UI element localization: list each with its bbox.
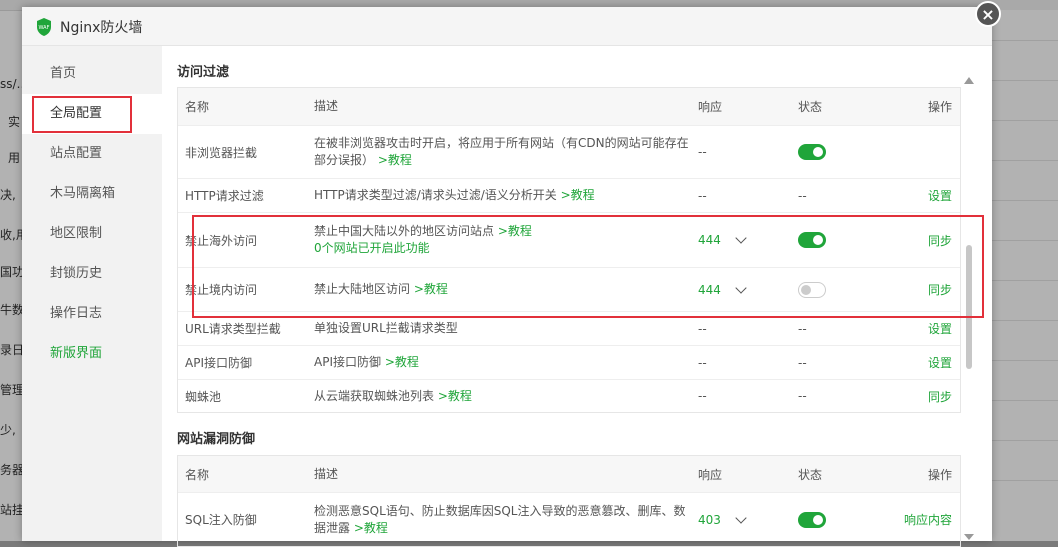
row-name: SQL注入防御 [185, 513, 257, 527]
row-desc: API接口防御 >教程 [314, 346, 694, 379]
col-header-name: 名称 [185, 467, 210, 482]
sync-link[interactable]: 同步 [928, 380, 952, 412]
section-title-vuln-defense: 网站漏洞防御 [177, 432, 256, 447]
row-desc: 检测恶意SQL语句、防止数据库因SQL注入导致的恶意篡改、删库、数据泄露 >教程 [314, 493, 694, 546]
table-row: HTTP请求过滤 HTTP请求类型过滤/请求头过滤/语义分析开关 >教程 -- … [178, 178, 960, 212]
col-header-resp: 响应 [698, 100, 723, 114]
row-resp: -- [698, 355, 707, 370]
tutorial-link[interactable]: >教程 [561, 188, 595, 202]
scroll-down-arrow-icon[interactable] [964, 534, 974, 540]
row-desc-text: 单独设置URL拦截请求类型 [314, 321, 458, 335]
row-desc: HTTP请求类型过滤/请求头过滤/语义分析开关 >教程 [314, 179, 694, 212]
table-header-row: 名称 描述 响应 状态 操作 [178, 88, 960, 125]
row-desc-text: API接口防御 [314, 355, 381, 369]
sidebar-item-operation-log[interactable]: 操作日志 [22, 294, 162, 334]
sidebar-item-new-ui[interactable]: 新版界面 [22, 334, 162, 374]
sidebar-item-region-limit[interactable]: 地区限制 [22, 214, 162, 254]
settings-link[interactable]: 设置 [928, 346, 952, 379]
row-resp: -- [698, 145, 707, 159]
status-toggle[interactable] [798, 144, 826, 160]
response-select[interactable]: 403 [698, 493, 788, 546]
row-desc: 在被非浏览器攻击时开启，将应用于所有网站（有CDN的网站可能存在部分误报） >教… [314, 126, 694, 178]
col-header-desc: 描述 [314, 99, 339, 113]
row-status [798, 493, 858, 546]
row-resp: -- [698, 188, 707, 203]
row-desc-text: HTTP请求类型过滤/请求头过滤/语义分析开关 [314, 188, 557, 202]
settings-link[interactable]: 设置 [928, 179, 952, 212]
firewall-modal: WAF Nginx防火墙 × 首页 全局配置 站点配置 木马隔离箱 地区限制 封… [22, 1, 1001, 547]
tutorial-link[interactable]: >教程 [385, 355, 419, 369]
table-row: 非浏览器拦截 在被非浏览器攻击时开启，将应用于所有网站（有CDN的网站可能存在部… [178, 125, 960, 178]
highlight-box-sidebar [32, 96, 132, 133]
close-button[interactable]: × [975, 1, 1001, 27]
modal-title: Nginx防火墙 [60, 20, 143, 36]
sidebar: 首页 全局配置 站点配置 木马隔离箱 地区限制 封锁历史 操作日志 新版界面 [22, 46, 162, 541]
tutorial-link[interactable]: >教程 [378, 153, 412, 167]
tutorial-link[interactable]: >教程 [354, 521, 388, 535]
waf-shield-icon: WAF [37, 18, 51, 36]
row-name: 蜘蛛池 [185, 389, 222, 404]
row-desc: 从云端获取蜘蛛池列表 >教程 [314, 380, 694, 412]
scroll-up-arrow-icon[interactable] [964, 77, 974, 84]
modal-header: WAF Nginx防火墙 [22, 7, 992, 46]
col-header-name: 名称 [185, 100, 210, 114]
sidebar-item-block-history[interactable]: 封锁历史 [22, 254, 162, 294]
main-content: 访问过滤 名称 描述 响应 状态 操作 非浏览器拦截 在被非浏览器攻击时开启，将… [162, 46, 992, 547]
highlight-box-region-rows [192, 215, 984, 318]
col-header-op: 操作 [927, 100, 952, 114]
response-code: 403 [698, 512, 721, 527]
row-name: HTTP请求过滤 [185, 189, 264, 203]
waf-logo-text: WAF [39, 25, 50, 31]
section-title-access-filter: 访问过滤 [177, 65, 230, 80]
col-header-op: 操作 [927, 467, 952, 482]
table-header-row: 名称 描述 响应 状态 操作 [178, 456, 960, 492]
row-status: -- [798, 389, 807, 403]
sidebar-item-home[interactable]: 首页 [22, 54, 162, 94]
table-row: SQL注入防御 检测恶意SQL语句、防止数据库因SQL注入导致的恶意篡改、删库、… [178, 492, 960, 546]
row-desc-text: 在被非浏览器攻击时开启，将应用于所有网站（有CDN的网站可能存在部分误报） [314, 136, 689, 167]
row-status: -- [798, 188, 807, 203]
col-header-status: 状态 [798, 100, 823, 114]
vuln-defense-table: 名称 描述 响应 状态 操作 SQL注入防御 检测恶意SQL语句、防止数据库因S… [177, 455, 961, 547]
row-status [798, 126, 858, 178]
sidebar-item-site-config[interactable]: 站点配置 [22, 134, 162, 174]
col-header-resp: 响应 [698, 467, 723, 482]
status-toggle[interactable] [798, 511, 826, 528]
row-name: 非浏览器拦截 [185, 145, 258, 160]
tutorial-link[interactable]: >教程 [438, 389, 472, 403]
response-content-link[interactable]: 响应内容 [904, 493, 952, 546]
table-row: 蜘蛛池 从云端获取蜘蛛池列表 >教程 -- -- 同步 [178, 379, 960, 412]
row-desc-text: 从云端获取蜘蛛池列表 [314, 388, 435, 403]
row-status: -- [798, 355, 807, 370]
row-resp: -- [698, 389, 707, 403]
row-name: API接口防御 [185, 356, 252, 370]
col-header-desc: 描述 [314, 466, 339, 481]
table-row: API接口防御 API接口防御 >教程 -- -- 设置 [178, 345, 960, 379]
col-header-status: 状态 [798, 467, 823, 482]
chevron-down-icon [735, 511, 747, 524]
sidebar-item-trojan-quarantine[interactable]: 木马隔离箱 [22, 174, 162, 214]
